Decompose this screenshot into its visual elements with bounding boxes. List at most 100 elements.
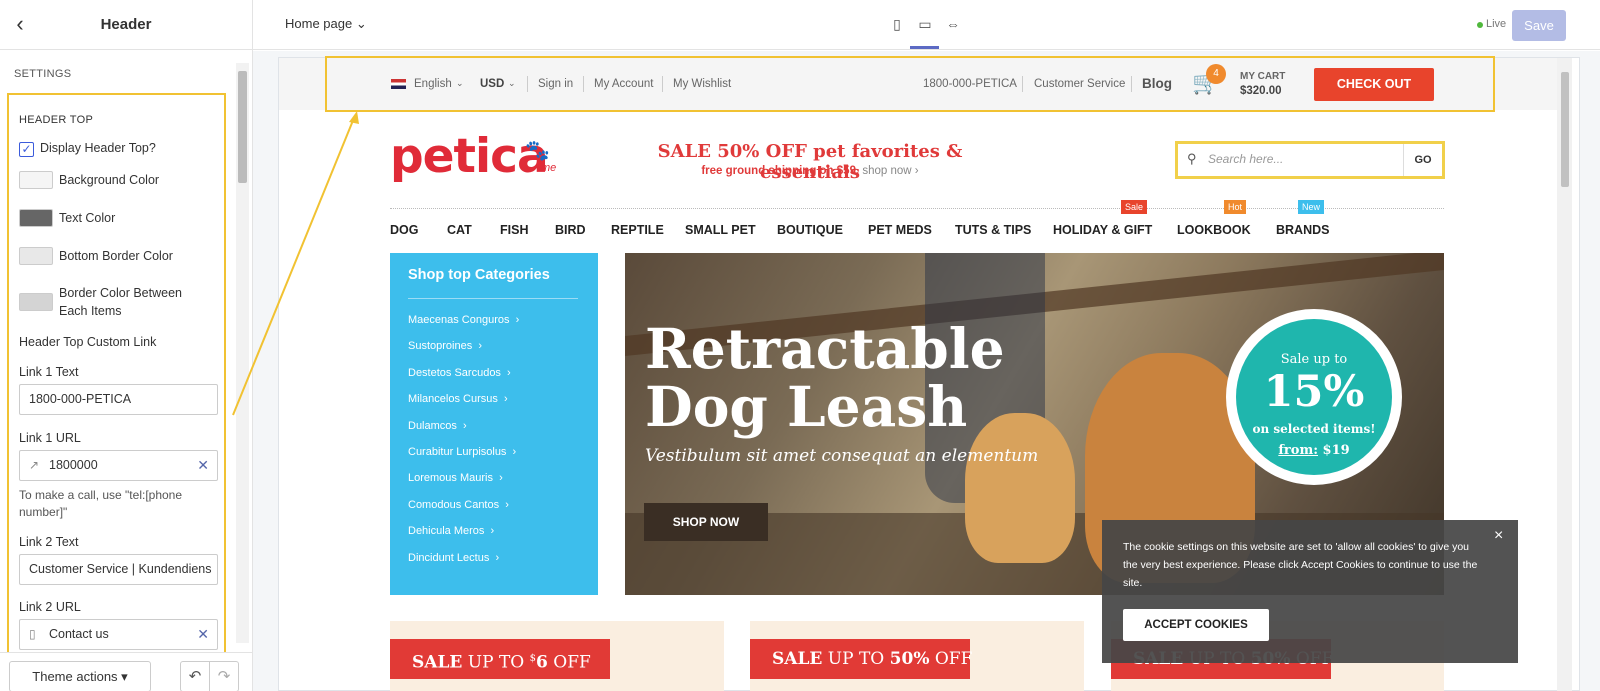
nav-item-brands[interactable]: BRANDS xyxy=(1276,223,1329,237)
header-top-settings-panel: HEADER TOP ✓ Display Header Top? Backgro… xyxy=(7,93,226,658)
nav-item-cat[interactable]: CAT xyxy=(447,223,472,237)
nav-item-boutique[interactable]: BOUTIQUE xyxy=(777,223,843,237)
display-header-top-checkbox[interactable]: ✓ xyxy=(19,142,34,157)
store-search: ⚲ Search here... GO xyxy=(1175,141,1445,179)
logo-suffix: me xyxy=(541,162,557,174)
category-link[interactable]: Maecenas Conguros › xyxy=(408,314,519,326)
promo-prefix: SALE xyxy=(412,652,463,673)
category-label: Destetos Sarcudos xyxy=(408,367,501,379)
cookie-text: The cookie settings on this website are … xyxy=(1123,541,1478,589)
close-icon[interactable]: × xyxy=(1494,527,1503,545)
shop-now-button[interactable]: SHOP NOW xyxy=(644,503,768,541)
nav-item-pet-meds[interactable]: PET MEDS xyxy=(868,223,932,237)
sale-tag: Sale xyxy=(1121,200,1148,214)
promo-value: 6 xyxy=(536,652,548,673)
sidebar-scrollbar[interactable] xyxy=(236,63,249,643)
category-link[interactable]: Loremous Mauris › xyxy=(408,472,503,484)
promo-suffix: OFF xyxy=(934,649,973,669)
category-label: Dehicula Meros xyxy=(408,525,485,537)
hero-title-line2: Dog Leash xyxy=(645,374,968,439)
sale-badge-inner: Sale up to 15% on selected items! from: … xyxy=(1236,319,1392,475)
category-link[interactable]: Milancelos Cursus › xyxy=(408,393,508,405)
nav-item-tuts-tips[interactable]: TUTS & TIPS xyxy=(955,223,1031,237)
search-input[interactable]: Search here... xyxy=(1208,152,1283,166)
nav-item-reptile[interactable]: REPTILE xyxy=(611,223,664,237)
theme-editor-sidebar: ‹ Header SETTINGS HEADER TOP ✓ Display H… xyxy=(0,0,253,691)
categories-title: Shop top Categories xyxy=(408,267,550,283)
promo-mid: UP TO xyxy=(467,652,525,673)
undo-icon[interactable]: ↶ xyxy=(180,661,210,691)
active-device-indicator xyxy=(910,46,939,49)
category-link[interactable]: Curabitur Lurpisolus › xyxy=(408,446,516,458)
clear-icon[interactable]: ✕ xyxy=(197,620,209,649)
page-icon: ▯ xyxy=(29,627,36,641)
categories-divider xyxy=(408,298,578,299)
redo-icon[interactable]: ↷ xyxy=(209,661,239,691)
promo-card[interactable]: SALE UP TO 50% OFF xyxy=(750,621,1084,691)
hero-subtitle: Vestibulum sit amet consequat an element… xyxy=(645,446,1039,466)
nav-item-fish[interactable]: FISH xyxy=(500,223,528,237)
link1-text-input[interactable]: 1800-000-PETICA xyxy=(19,384,218,415)
promo-subline: free ground shipping on $59. shop now › xyxy=(630,165,990,177)
promo-shipping-text: free ground shipping on $59. xyxy=(701,165,860,177)
page-select-dropdown[interactable]: Home page ⌄ xyxy=(285,16,367,32)
link1-text-label: Link 1 Text xyxy=(19,365,79,379)
mobile-icon[interactable]: ▯ xyxy=(885,16,909,36)
scrollbar-thumb[interactable] xyxy=(1561,72,1569,187)
nav-item-dog[interactable]: DOG xyxy=(390,223,418,237)
sidebar-footer: Theme actions ▾ ↶ ↷ xyxy=(0,652,252,691)
editor-topbar: Home page ⌄ ▯ ▭ ⇔ Live Save xyxy=(253,0,1600,50)
link2-text-label: Link 2 Text xyxy=(19,535,79,549)
cookie-banner: The cookie settings on this website are … xyxy=(1102,520,1518,663)
category-link[interactable]: Dincidunt Lectus › xyxy=(408,552,499,564)
background-color-swatch[interactable] xyxy=(19,171,53,189)
promo-suffix: OFF xyxy=(553,652,591,673)
link2-text-input[interactable]: Customer Service | Kundendiens xyxy=(19,554,218,585)
sidebar-header: ‹ Header xyxy=(0,0,252,50)
paw-icon: 🐾 xyxy=(525,140,550,162)
category-label: Dincidunt Lectus xyxy=(408,552,490,564)
badge-from: from: xyxy=(1278,443,1318,458)
category-link[interactable]: Comodous Cantos › xyxy=(408,499,509,511)
text-color-swatch[interactable] xyxy=(19,209,53,227)
shop-now-link[interactable]: shop now › xyxy=(862,165,918,177)
selected-section-highlight xyxy=(325,56,1495,112)
preview-scrollbar[interactable] xyxy=(1557,58,1572,691)
nav-item-bird[interactable]: BIRD xyxy=(555,223,586,237)
promo-prefix: SALE xyxy=(772,649,823,669)
clear-icon[interactable]: ✕ xyxy=(197,451,209,480)
display-header-top-label: Display Header Top? xyxy=(40,141,156,155)
nav-item-holiday-gift[interactable]: HOLIDAY & GIFT xyxy=(1053,223,1152,237)
bottom-border-color-swatch[interactable] xyxy=(19,247,53,265)
text-color-label: Text Color xyxy=(59,211,116,225)
border-between-items-swatch[interactable] xyxy=(19,293,53,311)
chevron-down-icon: ⌄ xyxy=(355,16,367,31)
accept-cookies-button[interactable]: ACCEPT COOKIES xyxy=(1123,609,1269,641)
live-status-dot xyxy=(1477,22,1483,28)
desktop-icon[interactable]: ▭ xyxy=(913,16,937,36)
nav-item-lookbook[interactable]: LOOKBOOK xyxy=(1177,223,1251,237)
nav-divider xyxy=(390,208,1444,209)
sale-badge: Sale up to 15% on selected items! from: … xyxy=(1226,309,1402,485)
hero-title-line1: Retractable xyxy=(645,316,1005,381)
link1-url-label: Link 1 URL xyxy=(19,431,81,445)
category-label: Loremous Mauris xyxy=(408,472,493,484)
theme-actions-button[interactable]: Theme actions ▾ xyxy=(9,661,151,691)
promo-card[interactable]: SALE UP TO $6 OFF xyxy=(390,621,724,691)
scrollbar-thumb[interactable] xyxy=(238,71,247,183)
promo-ribbon: SALE UP TO $6 OFF xyxy=(390,639,610,679)
link2-url-input[interactable]: ▯ Contact us ✕ xyxy=(19,619,218,650)
save-button[interactable]: Save xyxy=(1512,10,1566,41)
link1-url-input[interactable]: ↗ 1800000 ✕ xyxy=(19,450,218,481)
category-link[interactable]: Sustoproines › xyxy=(408,340,482,352)
category-link[interactable]: Destetos Sarcudos › xyxy=(408,367,511,379)
fullwidth-icon[interactable]: ⇔ xyxy=(941,16,965,36)
category-label: Milancelos Cursus xyxy=(408,393,498,405)
categories-panel: Shop top Categories Maecenas Conguros › … xyxy=(390,253,598,595)
badge-percent: 15% xyxy=(1263,367,1365,417)
group-title: HEADER TOP xyxy=(19,114,94,126)
category-link[interactable]: Dehicula Meros › xyxy=(408,525,494,537)
category-link[interactable]: Dulamcos › xyxy=(408,420,467,432)
nav-item-small-pet[interactable]: SMALL PET xyxy=(685,223,756,237)
search-go-button[interactable]: GO xyxy=(1403,144,1442,176)
